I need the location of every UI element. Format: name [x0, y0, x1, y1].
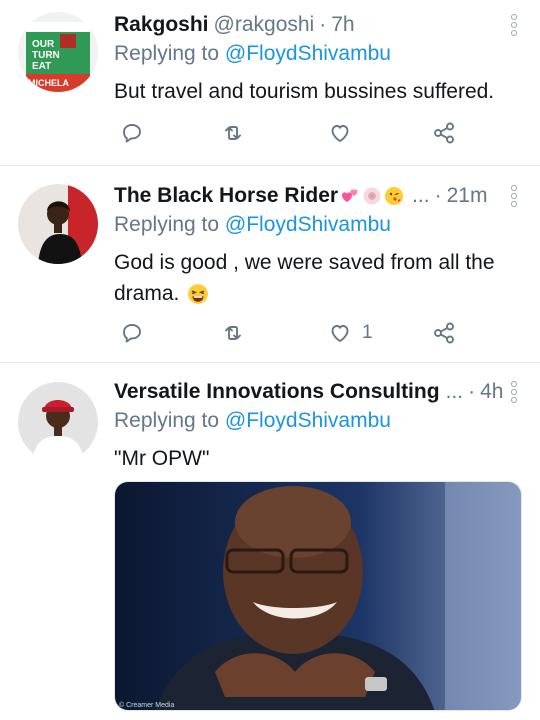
timestamp[interactable]: 21m — [447, 184, 488, 208]
laughing-face-emoji-icon — [188, 284, 209, 305]
replying-to: Replying to @FloydShivambu — [114, 213, 391, 237]
reply-icon — [123, 324, 141, 343]
photo-credit: © Creamer Media — [119, 701, 174, 709]
avatar-versatile-innovations[interactable] — [18, 382, 98, 462]
share-button[interactable] — [432, 118, 456, 148]
separator-dot: · — [468, 380, 476, 403]
reply-icon — [123, 124, 141, 143]
avatar-image: OUR TURN EAT MICHELA — [18, 12, 98, 92]
share-button[interactable] — [432, 318, 456, 348]
tweet-actions — [114, 118, 459, 148]
username[interactable]: @rakgoshi — [214, 13, 315, 37]
truncation-ellipsis: ... — [412, 184, 430, 207]
like-count: 1 — [362, 322, 373, 343]
truncation-ellipsis: ... — [445, 380, 464, 403]
retweet-button[interactable] — [221, 118, 245, 148]
photo-smiling-man: © Creamer Media — [115, 482, 521, 710]
avatar-text-1: OUR — [32, 39, 55, 50]
more-options-icon[interactable] — [510, 14, 518, 38]
tweet-1-header: Rakgoshi @rakgoshi · 7h — [114, 10, 355, 40]
heart-icon — [331, 325, 349, 342]
timestamp[interactable]: 4h — [480, 380, 503, 404]
timestamp[interactable]: 7h — [331, 13, 354, 37]
tweet-text: "Mr OPW" — [114, 447, 210, 470]
replying-prefix: Replying to — [114, 213, 220, 236]
avatar-black-horse-rider[interactable] — [18, 184, 98, 264]
avatar-image — [18, 382, 98, 462]
avatar-text-2: TURN — [32, 50, 60, 61]
retweet-icon — [225, 326, 241, 340]
share-icon — [434, 122, 454, 144]
share-icon — [434, 322, 454, 344]
replying-prefix: Replying to — [114, 409, 220, 432]
hearts-emoji-icon — [342, 189, 358, 202]
separator-dot: · — [434, 184, 442, 207]
mention-link[interactable]: @FloydShivambu — [225, 409, 391, 432]
mention-link[interactable]: @FloydShivambu — [225, 213, 391, 236]
more-options-icon[interactable] — [510, 381, 518, 405]
like-button[interactable]: 1 — [328, 318, 373, 348]
display-name[interactable]: Versatile Innovations Consulting — [114, 380, 440, 404]
tweet-2-header: The Black Horse Rider ... · 21m — [114, 181, 487, 211]
reply-button[interactable] — [120, 118, 144, 148]
reply-button[interactable] — [120, 318, 144, 348]
separator-dot: · — [319, 13, 327, 36]
retweet-icon — [225, 126, 241, 140]
replying-to: Replying to @FloydShivambu — [114, 42, 391, 66]
kissing-face-emoji-icon — [385, 187, 404, 205]
flower-emoji-icon — [363, 187, 381, 205]
avatar-rakgoshi[interactable]: OUR TURN EAT MICHELA — [18, 12, 98, 92]
mention-link[interactable]: @FloydShivambu — [225, 42, 391, 65]
avatar-text-3: EAT — [32, 61, 51, 72]
more-options-icon[interactable] — [510, 185, 518, 209]
tweet-text: God is good , we were saved from all the… — [114, 247, 519, 309]
display-name[interactable]: Rakgoshi — [114, 13, 209, 37]
tweet-media-photo[interactable]: © Creamer Media — [114, 481, 522, 711]
heart-icon — [331, 125, 349, 142]
tweet-text: But travel and tourism bussines suffered… — [114, 80, 495, 103]
tweet-text-content: God is good , we were saved from all the… — [114, 251, 495, 305]
tweet-3-header: Versatile Innovations Consulting ... · 4… — [114, 377, 503, 407]
replying-prefix: Replying to — [114, 42, 220, 65]
replying-to: Replying to @FloydShivambu — [114, 409, 391, 433]
tweet-actions: 1 — [114, 318, 459, 348]
retweet-button[interactable] — [221, 318, 245, 348]
like-button[interactable] — [328, 118, 362, 148]
avatar-image — [18, 184, 98, 264]
display-name[interactable]: The Black Horse Rider — [114, 184, 338, 208]
